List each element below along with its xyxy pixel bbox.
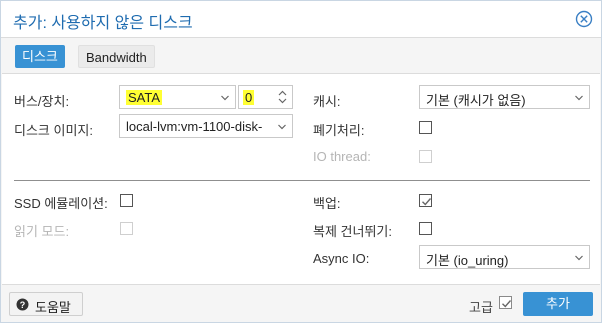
async-io-select-value: 기본 (io_uring) [426,253,509,268]
skip-replication-label: 복제 건너뛰기: [313,224,392,239]
cache-select[interactable]: 기본 (캐시가 없음) [419,85,590,109]
help-button-label: 도움말 [35,300,71,315]
cache-select-value: 기본 (캐시가 없음) [426,93,526,108]
tab-bar: 디스크 Bandwidth [1,39,601,73]
chevron-down-icon [575,95,583,101]
skip-replication-checkbox[interactable] [419,222,432,235]
io-thread-checkbox [419,150,432,163]
ssd-emulation-checkbox[interactable] [120,194,133,207]
chevron-down-icon [278,124,286,130]
add-disk-dialog: 추가: 사용하지 않은 디스크 디스크 Bandwidth 버스/장치: SAT… [0,0,602,323]
chevron-down-icon [221,95,229,101]
bus-device-label: 버스/장치: [14,94,70,109]
backup-label: 백업: [313,196,341,211]
close-icon[interactable] [575,10,593,28]
discard-label: 폐기처리: [313,123,365,138]
disk-image-select-value: local-lvm:vm-1100-disk- [126,119,263,134]
disk-image-label: 디스크 이미지: [14,123,93,138]
async-io-select[interactable]: 기본 (io_uring) [419,245,590,269]
read-only-label: 읽기 모드: [14,224,70,239]
disk-image-select[interactable]: local-lvm:vm-1100-disk- [119,114,293,138]
discard-checkbox[interactable] [419,121,432,134]
chevron-down-icon [575,255,583,261]
io-thread-label: IO thread: [313,149,371,164]
disk-form-panel: 버스/장치: SATA 0 캐시: 기본 (캐시가 없음) 디스크 이미지: l… [2,73,600,285]
dialog-title: 추가: 사용하지 않은 디스크 [13,15,193,32]
svg-text:?: ? [20,300,26,310]
checkmark-icon [422,198,432,206]
backup-checkbox[interactable] [419,194,432,207]
bus-select-value: SATA [126,90,163,105]
read-only-checkbox [120,222,133,235]
bus-select[interactable]: SATA [119,85,236,109]
tab-disk[interactable]: 디스크 [15,45,65,68]
device-number-stepper[interactable]: 0 [238,85,293,109]
dialog-footer: ? 도움말 고급 추가 [1,286,601,322]
section-divider [14,180,590,181]
device-number-value: 0 [243,90,255,105]
async-io-label: Async IO: [313,251,370,266]
help-button[interactable]: ? 도움말 [9,292,83,316]
advanced-checkbox[interactable] [499,296,512,309]
cache-label: 캐시: [313,94,341,109]
checkmark-icon [502,300,512,308]
ssd-emulation-label: SSD 에뮬레이션: [14,196,108,211]
add-button[interactable]: 추가 [523,292,593,316]
tab-bandwidth[interactable]: Bandwidth [78,45,155,68]
help-icon: ? [16,298,29,311]
spinner-arrows-icon[interactable] [278,89,287,105]
dialog-titlebar: 추가: 사용하지 않은 디스크 [1,1,601,38]
advanced-label: 고급 [469,300,493,315]
